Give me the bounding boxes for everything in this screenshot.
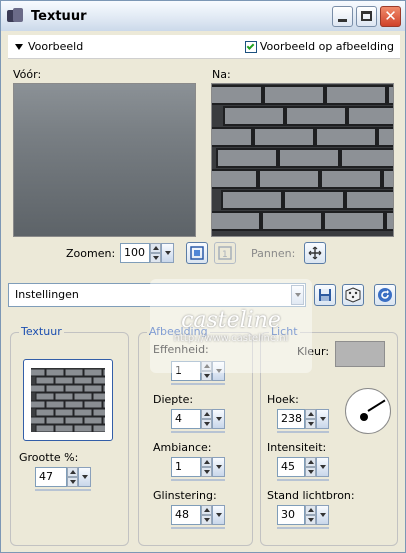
- watermark-text: casteline: [181, 308, 281, 333]
- elevation-input[interactable]: 30: [277, 505, 305, 525]
- before-preview[interactable]: [13, 83, 196, 237]
- preview-on-image-label: Voorbeeld op afbeelding: [259, 40, 394, 53]
- pan-label: Pannen:: [251, 247, 296, 260]
- zoom-spinner[interactable]: [150, 243, 161, 263]
- settings-preset-value: Instellingen: [15, 288, 79, 301]
- ambiance-input[interactable]: 1: [171, 457, 201, 477]
- angle-label: Hoek:: [267, 393, 299, 406]
- shininess-dropdown-button[interactable]: [212, 505, 225, 525]
- ambiance-label: Ambiance:: [153, 441, 212, 454]
- intensity-spinner[interactable]: [305, 457, 316, 477]
- size-input[interactable]: 47: [35, 467, 67, 487]
- save-preset-button[interactable]: [314, 284, 336, 306]
- watermark: casteline http://www.casteline.nl: [150, 279, 312, 373]
- window-title: Textuur: [31, 8, 87, 24]
- before-label: Vóór:: [13, 68, 42, 81]
- save-disk-icon: [319, 289, 331, 301]
- preview-bar: Voorbeeld Voorbeeld op afbeelding: [8, 35, 400, 59]
- texture-thumbnail: [31, 368, 105, 432]
- zoom-actual-size-button[interactable]: 1: [214, 242, 236, 264]
- elevation-slider[interactable]: [277, 527, 329, 529]
- preview-on-image-checkbox[interactable]: [244, 40, 257, 53]
- ambiance-spinner[interactable]: [201, 457, 212, 477]
- dial-pointer-dot: [360, 413, 368, 421]
- light-color-swatch[interactable]: [335, 341, 385, 367]
- smoothness-slider[interactable]: [171, 383, 225, 385]
- depth-spinner[interactable]: [201, 409, 212, 429]
- zoom-fit-icon: [190, 246, 204, 260]
- title-bar[interactable]: Textuur ✕: [1, 1, 405, 31]
- after-preview[interactable]: [211, 83, 394, 237]
- actual-size-icon: 1: [218, 246, 232, 260]
- shininess-label: Glinstering:: [153, 489, 217, 502]
- shininess-slider[interactable]: [171, 527, 225, 529]
- intensity-label: Intensiteit:: [267, 441, 327, 454]
- light-angle-dial[interactable]: [345, 388, 391, 434]
- maximize-button[interactable]: [356, 5, 377, 27]
- minimize-icon: [338, 18, 347, 22]
- zoom-row: Zoomen: 100 1 Pannen:: [2, 241, 404, 267]
- reset-button[interactable]: [374, 284, 396, 306]
- size-dropdown-button[interactable]: [78, 467, 91, 487]
- elevation-dropdown-button[interactable]: [316, 505, 329, 525]
- ambiance-dropdown-button[interactable]: [212, 457, 225, 477]
- depth-dropdown-button[interactable]: [212, 409, 225, 429]
- angle-slider[interactable]: [277, 431, 329, 433]
- randomize-button[interactable]: [342, 284, 364, 306]
- depth-input[interactable]: 4: [171, 409, 201, 429]
- shininess-input[interactable]: 48: [171, 505, 201, 525]
- zoom-fit-button[interactable]: [186, 242, 208, 264]
- texture-group-title: Textuur: [19, 325, 64, 338]
- dice-icon: [345, 287, 361, 303]
- size-label: Grootte %:: [19, 451, 79, 464]
- depth-label: Diepte:: [153, 393, 194, 406]
- intensity-slider[interactable]: [277, 479, 329, 481]
- intensity-input[interactable]: 45: [277, 457, 305, 477]
- elevation-spinner[interactable]: [305, 505, 316, 525]
- app-icon: [7, 8, 25, 24]
- elevation-label: Stand lichtbron:: [267, 489, 355, 502]
- size-slider[interactable]: [35, 489, 91, 491]
- preview-on-image-option[interactable]: Voorbeeld op afbeelding: [244, 40, 394, 53]
- zoom-input[interactable]: 100: [120, 243, 150, 263]
- angle-spinner[interactable]: [305, 409, 316, 429]
- close-icon: ✕: [384, 6, 397, 25]
- ambiance-slider[interactable]: [171, 479, 225, 481]
- texture-dialog: Textuur ✕ Voorbeeld Voorbeeld op afbeeld…: [0, 0, 406, 553]
- intensity-dropdown-button[interactable]: [316, 457, 329, 477]
- size-spinner[interactable]: [67, 467, 78, 487]
- collapse-triangle-icon[interactable]: [15, 43, 23, 50]
- reset-arrow-icon: [378, 288, 392, 302]
- shininess-spinner[interactable]: [201, 505, 212, 525]
- depth-slider[interactable]: [171, 431, 225, 433]
- brick-texture-preview: [212, 84, 393, 236]
- close-button[interactable]: ✕: [380, 5, 401, 27]
- texture-picker[interactable]: [23, 359, 113, 441]
- zoom-dropdown-button[interactable]: [161, 243, 174, 263]
- dial-needle-icon: [367, 399, 386, 412]
- angle-dropdown-button[interactable]: [316, 409, 329, 429]
- zoom-label: Zoomen:: [66, 247, 116, 260]
- pan-move-icon: [308, 246, 322, 260]
- pan-button[interactable]: [304, 242, 326, 264]
- dialog-body: Voorbeeld Voorbeeld op afbeelding Vóór: …: [2, 31, 404, 552]
- minimize-button[interactable]: [332, 5, 353, 27]
- texture-group: Textuur Grootte %: 47: [10, 325, 129, 546]
- angle-input[interactable]: 238: [277, 409, 305, 429]
- watermark-url: http://www.casteline.nl: [173, 333, 289, 344]
- preview-toggle-label[interactable]: Voorbeeld: [28, 40, 83, 53]
- maximize-icon: [361, 11, 372, 21]
- checkmark-icon: [247, 41, 255, 50]
- svg-text:1: 1: [222, 250, 228, 260]
- after-label: Na:: [212, 68, 231, 81]
